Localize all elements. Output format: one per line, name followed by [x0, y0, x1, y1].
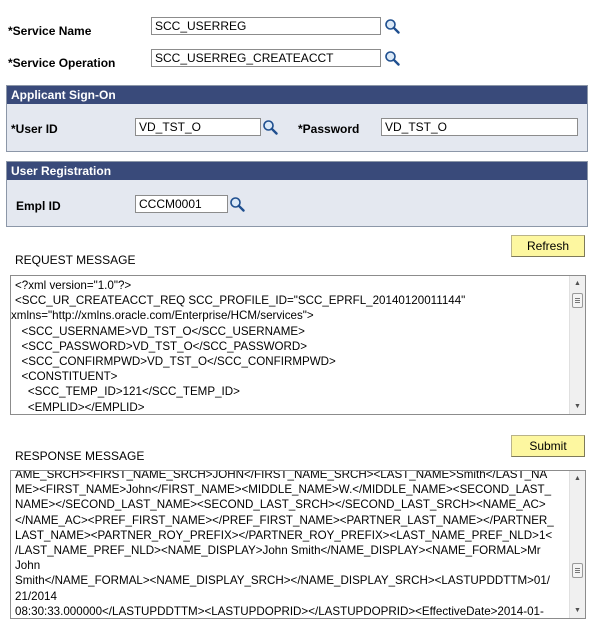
text-line: Smith</NAME_FORMAL><NAME_DISPLAY_SRCH></… — [15, 574, 550, 588]
text-line: AME_SRCH><FIRST_NAME_SRCH>JOHN</FIRST_NA… — [15, 470, 548, 481]
service-name-input[interactable]: SCC_USERREG — [151, 17, 381, 35]
text-line: /LAST_NAME_PREF_NLD><NAME_DISPLAY>John S… — [15, 544, 541, 558]
scroll-down-icon[interactable]: ▼ — [570, 399, 585, 414]
text-line: LAST_NAME><PARTNER_ROY_PREFIX></PARTNER_… — [15, 528, 553, 542]
response-message-label: RESPONSE MESSAGE — [15, 449, 145, 463]
section-header: User Registration — [7, 162, 587, 180]
text-line: <?xml version="1.0"?> — [15, 279, 132, 292]
section-header: Applicant Sign-On — [7, 86, 587, 104]
empl-id-input[interactable]: CCCM0001 — [135, 195, 228, 213]
scroll-thumb[interactable] — [572, 563, 583, 578]
response-scrollbar[interactable]: ▲ ▼ — [569, 471, 585, 618]
password-input[interactable]: VD_TST_O — [381, 118, 578, 136]
response-message-textarea[interactable]: AME_SRCH><FIRST_NAME_SRCH>JOHN</FIRST_NA… — [10, 470, 586, 619]
service-operation-input[interactable]: SCC_USERREG_CREATEACCT — [151, 49, 381, 67]
text-line: 08:30:33.000000</LASTUPDDTTM><LASTUPDOPR… — [15, 604, 544, 618]
submit-button[interactable]: Submit — [511, 435, 585, 457]
text-line: <SCC_TEMP_ID>121</SCC_TEMP_ID> — [15, 385, 240, 399]
text-line: xmlns="http://xmlns.oracle.com/Enterpris… — [11, 309, 314, 323]
password-label: *Password — [298, 122, 360, 136]
text-line: <CONSTITUENT> — [15, 370, 118, 384]
text-line: ME><FIRST_NAME>John</FIRST_NAME><MIDDLE_… — [15, 483, 552, 497]
request-text: <?xml version="1.0"?> <SCC_UR_CREATEACCT… — [11, 278, 567, 414]
scroll-thumb[interactable] — [572, 293, 583, 308]
text-line: </NAME_AC><PREF_FIRST_NAME></PREF_FIRST_… — [15, 513, 554, 527]
section-body — [7, 180, 587, 226]
text-line: 21/2014 — [15, 589, 57, 603]
scroll-up-icon[interactable]: ▲ — [570, 276, 585, 291]
text-line: <EMPLID></EMPLID> — [15, 400, 145, 414]
text-line: <SCC_UR_CREATEACCT_REQ SCC_PROFILE_ID="S… — [15, 294, 466, 308]
text-line: NAME></SECOND_LAST_NAME><SECOND_LAST_SRC… — [15, 498, 546, 512]
user-registration-section: User Registration — [6, 161, 588, 227]
text-line: <SCC_USERNAME>VD_TST_O</SCC_USERNAME> — [15, 324, 305, 338]
text-line: John — [15, 559, 41, 573]
magnifier-icon[interactable] — [229, 196, 245, 212]
magnifier-icon[interactable] — [262, 119, 278, 135]
request-message-label: REQUEST MESSAGE — [15, 253, 136, 267]
service-name-label: *Service Name — [8, 24, 92, 38]
request-scrollbar[interactable]: ▲ ▼ — [569, 276, 585, 414]
text-line: <SCC_CONFIRMPWD>VD_TST_O</SCC_CONFIRMPWD… — [15, 355, 336, 369]
magnifier-icon[interactable] — [384, 18, 400, 34]
user-id-label: *User ID — [11, 122, 58, 136]
magnifier-icon[interactable] — [384, 50, 400, 66]
response-text: AME_SRCH><FIRST_NAME_SRCH>JOHN</FIRST_NA… — [15, 470, 567, 618]
text-line: <SCC_PASSWORD>VD_TST_O</SCC_PASSWORD> — [15, 339, 308, 353]
scroll-down-icon[interactable]: ▼ — [570, 603, 585, 618]
empl-id-label: Empl ID — [16, 199, 61, 213]
request-message-textarea[interactable]: <?xml version="1.0"?> <SCC_UR_CREATEACCT… — [10, 275, 586, 415]
service-operation-label: *Service Operation — [8, 56, 116, 70]
user-id-input[interactable]: VD_TST_O — [135, 118, 261, 136]
refresh-button[interactable]: Refresh — [511, 235, 585, 257]
scroll-up-icon[interactable]: ▲ — [570, 471, 585, 486]
